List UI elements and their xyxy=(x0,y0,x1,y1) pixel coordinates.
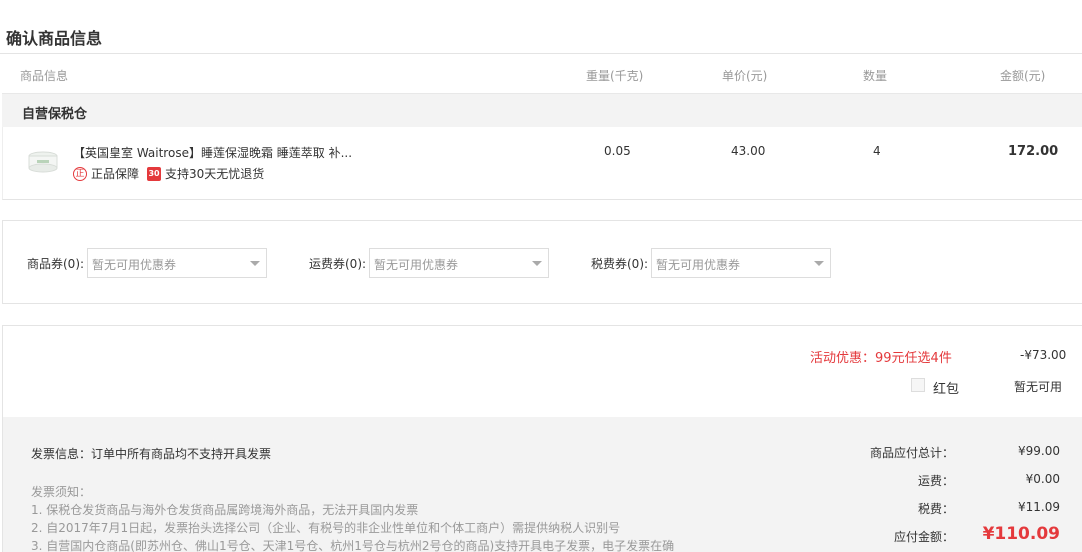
shipping-coupon-label: 运费券(0): xyxy=(309,256,367,271)
return-30-icon: 30 xyxy=(147,166,162,181)
tax-coupon-group: 税费券(0): 暂无可用优惠券 xyxy=(591,248,832,278)
payable-label: 应付金额： xyxy=(893,530,954,544)
title-divider xyxy=(0,53,1082,54)
goods-coupon-value: 暂无可用优惠券 xyxy=(92,258,177,272)
goods-coupon-label: 商品券(0): xyxy=(27,256,85,271)
tax-coupon-select[interactable]: 暂无可用优惠券 xyxy=(651,248,832,278)
header-amount: 金额(元) xyxy=(1000,69,1046,83)
product-name-link[interactable]: 【英国皇室 Waitrose】睡莲保湿晚霜 睡莲萃取 补... xyxy=(73,144,352,161)
shipping-value: ¥0.00 xyxy=(1025,472,1060,486)
header-unit-price: 单价(元) xyxy=(722,69,768,83)
redpacket-checkbox[interactable] xyxy=(911,378,925,392)
goods-total-label: 商品应付总计： xyxy=(869,446,954,460)
product-badges: 正 正品保障 30 支持30天无忧退货 xyxy=(73,165,264,182)
invoice-notice-line: 3. 自营国内仓商品(即苏州仓、佛山1号仓、天津1号仓、杭州1号仓与杭州2号仓的… xyxy=(31,539,675,552)
chevron-down-icon xyxy=(814,261,825,266)
warehouse-section: 自营保税仓 xyxy=(2,93,1082,127)
product-unit-price: 43.00 xyxy=(731,144,766,158)
product-row: 【英国皇室 Waitrose】睡莲保湿晚霜 睡莲萃取 补... 正 正品保障 3… xyxy=(2,127,1082,200)
tax-coupon-label: 税费券(0): xyxy=(591,256,649,271)
product-weight: 0.05 xyxy=(604,144,631,158)
chevron-down-icon xyxy=(250,261,261,266)
payable-amount: ¥110.09 xyxy=(982,524,1060,544)
guarantee-icon: 正 xyxy=(73,166,87,181)
summary-section: 发票信息：订单中所有商品均不支持开具发票 发票须知： 1. 保税仓发货商品与海外… xyxy=(2,417,1082,552)
chevron-down-icon xyxy=(532,261,543,266)
goods-total-value: ¥99.00 xyxy=(1018,444,1060,458)
invoice-notice-title: 发票须知： xyxy=(31,485,92,499)
goods-coupon-group: 商品券(0): 暂无可用优惠券 xyxy=(27,248,268,278)
product-amount: 172.00 xyxy=(1008,144,1059,159)
header-quantity: 数量 xyxy=(863,69,888,83)
invoice-notice-line: 1. 保税仓发货商品与海外仓发货商品属跨境海外商品，无法开具国内发票 xyxy=(31,503,419,517)
warehouse-name: 自营保税仓 xyxy=(22,107,88,122)
shipping-coupon-select[interactable]: 暂无可用优惠券 xyxy=(369,248,550,278)
header-weight: 重量(千克) xyxy=(586,69,644,83)
guarantee-label: 正品保障 xyxy=(91,167,140,181)
return-policy-label: 支持30天无忧退货 xyxy=(165,167,265,181)
invoice-notice-line: 2. 自2017年7月1日起，发票抬头选择公司（企业、有税号的非企业性单位和个体… xyxy=(31,521,621,535)
invoice-info: 发票信息：订单中所有商品均不支持开具发票 xyxy=(31,447,272,461)
shipping-label: 运费： xyxy=(917,474,954,488)
coupon-section: 商品券(0): 暂无可用优惠券 运费券(0): 暂无可用优惠券 税费券(0): … xyxy=(2,220,1082,304)
product-thumbnail[interactable] xyxy=(27,149,59,175)
tax-coupon-value: 暂无可用优惠券 xyxy=(656,258,741,272)
page-title: 确认商品信息 xyxy=(6,29,103,48)
tax-value: ¥11.09 xyxy=(1018,500,1060,514)
redpacket-label: 红包 xyxy=(933,382,960,397)
shipping-coupon-value: 暂无可用优惠券 xyxy=(374,258,459,272)
product-quantity: 4 xyxy=(873,144,881,158)
redpacket-value: 暂无可用 xyxy=(1014,380,1063,394)
header-product-info: 商品信息 xyxy=(20,69,69,83)
tax-label: 税费： xyxy=(917,502,954,516)
shipping-coupon-group: 运费券(0): 暂无可用优惠券 xyxy=(309,248,550,278)
promo-value: -¥73.00 xyxy=(1020,348,1067,362)
promo-label: 活动优惠：99元任选4件 xyxy=(810,351,952,366)
goods-coupon-select[interactable]: 暂无可用优惠券 xyxy=(87,248,268,278)
discount-section: 活动优惠：99元任选4件 -¥73.00 红包 暂无可用 xyxy=(2,325,1082,417)
